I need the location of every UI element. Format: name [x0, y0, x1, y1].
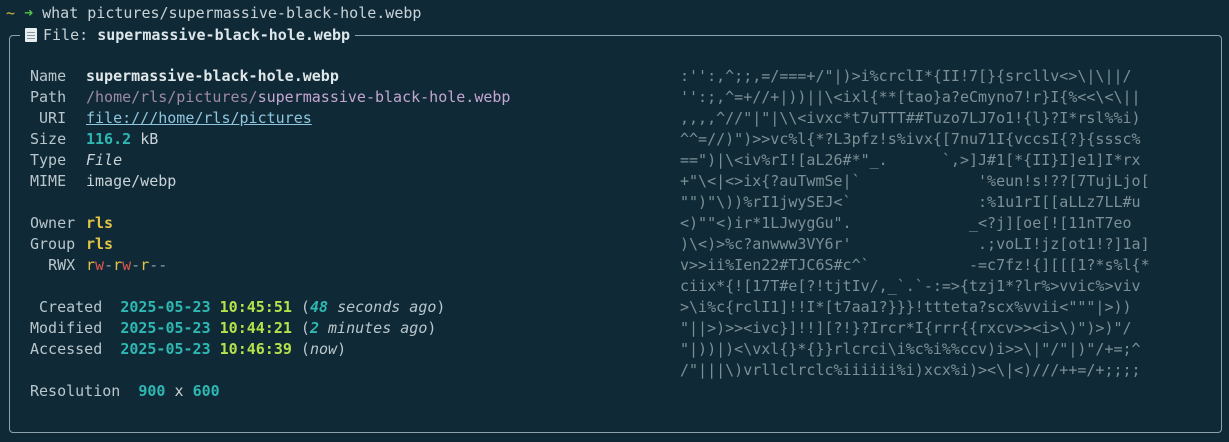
mime-value: image/webp	[86, 172, 177, 190]
modified-time: 10:44:21	[219, 319, 292, 337]
name-label: Name	[30, 67, 67, 85]
ascii-line: ^^=//)")>>vc%l{*?L3pfz!s%ivx{[7nu71I{vcc…	[680, 130, 1141, 148]
prompt-command: what pictures/supermassive-black-hole.we…	[42, 4, 422, 22]
ascii-line: )\<)>%c?anwww3VY6r' .;voLI!jz[ot1!?]1a]	[680, 235, 1150, 253]
accessed-label: Accessed	[30, 340, 103, 358]
uri-link[interactable]: file:///home/rls/pictures	[86, 109, 312, 127]
ascii-line: +"\<|<>ix{?auTwmSe|` '%eun!s!??[7TujLjo[	[680, 172, 1150, 190]
modified-date: 2025-05-23	[120, 319, 211, 337]
frame-title: File: supermassive-black-hole.webp	[20, 24, 356, 46]
info-row-accessed: Accessed 2025-05-23 10:46:39 (now)	[30, 340, 347, 358]
type-value: File	[86, 151, 123, 169]
info-row-uri: URI file:///home/rls/pictures	[30, 108, 312, 129]
info-row-mime: MIME image/webp	[30, 171, 176, 192]
prompt-arrow-icon: ➜	[24, 4, 34, 22]
path-dir: /home/rls/pictures/	[86, 88, 258, 106]
accessed-time: 10:46:39	[219, 340, 292, 358]
ascii-line: /"|||\)vrllclrclc%iiiiii%i)xcx%i)><\|<)/…	[680, 361, 1141, 379]
resolution-label: Resolution	[30, 382, 121, 400]
info-row-resolution: Resolution 900 x 600	[30, 381, 220, 402]
size-unit: kB	[140, 130, 159, 148]
info-row-size: Size 116.2 kB	[30, 129, 158, 150]
ascii-line: "")"\))%rI1jwySEJ<` :%1u1rI[[aLLz7LL#u	[680, 193, 1141, 211]
size-label: Size	[30, 130, 67, 148]
ascii-line: "|))|)<\vxl{}*{}}rlcrci\i%c%i%%ccv)i>>\|…	[680, 340, 1141, 358]
resolution-height: 600	[192, 382, 220, 400]
ascii-line: v>>ii%Ien22#TJC6S#c^` -=c7fz!{][[[1?*s%l…	[680, 256, 1150, 274]
ascii-line: ,,,,^//"|"|\\<ivxc*t7uTTT##Tuzo7LJ7o1!{l…	[680, 109, 1141, 127]
mime-label: MIME	[30, 172, 67, 190]
uri-label: URI	[39, 109, 67, 127]
modified-rel-num: 2	[309, 319, 319, 337]
modified-label: Modified	[30, 319, 103, 337]
group-label: Group	[30, 235, 76, 253]
owner-label: Owner	[30, 214, 76, 232]
created-date: 2025-05-23	[120, 298, 211, 316]
accessed-rel-text: now	[309, 340, 338, 358]
accessed-date: 2025-05-23	[120, 340, 211, 358]
created-label: Created	[39, 298, 103, 316]
frame-title-filename: supermassive-black-hole.webp	[97, 26, 351, 44]
resolution-x: x	[174, 382, 184, 400]
frame-title-prefix: File:	[43, 26, 89, 44]
file-icon	[25, 28, 37, 42]
ascii-line: ciix*{![17T#e[?!tjtIv/,_`.`-:=>{tzj1*?lr…	[680, 277, 1141, 295]
resolution-width: 900	[138, 382, 166, 400]
path-file: supermassive-black-hole.webp	[257, 88, 511, 106]
ascii-line: '':;,^=+//+|))||\<ixl{**[tao}a?eCmyno7!r…	[680, 88, 1141, 106]
name-value: supermassive-black-hole.webp	[86, 67, 339, 85]
created-rel-num: 48	[309, 298, 329, 316]
info-row-group: Group rls	[30, 234, 113, 255]
type-label: Type	[30, 151, 67, 169]
ascii-line: :'':,^;;,=/===+/"|)>i%crclI*{II!7[}{srcl…	[680, 67, 1132, 85]
rwx-label: RWX	[48, 256, 76, 274]
ascii-art-preview: :'':,^;;,=/===+/"|)>i%crclI*{II!7[}{srcl…	[680, 66, 1150, 381]
created-time: 10:45:51	[219, 298, 292, 316]
info-row-type: Type File	[30, 150, 122, 171]
info-row-created: Created 2025-05-23 10:45:51 (48 seconds …	[30, 297, 445, 318]
info-row-rwx: RWX rw-rw-r--	[30, 255, 167, 276]
rwx-permissions: rw-rw-r--	[86, 256, 168, 274]
path-label: Path	[30, 88, 67, 106]
size-number: 116.2	[86, 130, 132, 148]
ascii-line: <)""<)ir*1LJwygGu". _<?j][oe[![11nT7eo	[680, 214, 1132, 232]
created-rel-text: seconds ago	[337, 298, 437, 316]
modified-rel-text: minutes ago	[328, 319, 428, 337]
info-row-path: Path/home/rls/pictures/supermassive-blac…	[30, 87, 510, 108]
prompt-tilde: ~	[6, 4, 16, 22]
ascii-line: ==")|\<iv%rI![aL26#*"_. `,>]J#1[*{II}I]e…	[680, 151, 1141, 169]
ascii-line: "||>)>><ivc}]!!][?!}?Ircr*I{rrr{{rxcv>><…	[680, 319, 1132, 337]
shell-prompt: ~ ➜ what pictures/supermassive-black-hol…	[6, 3, 421, 23]
group-value: rls	[86, 235, 114, 253]
owner-value: rls	[86, 214, 114, 232]
ascii-line: >\i%c{rclI1]!!I*[t7aa1?}}}!ttteta?scx%vv…	[680, 298, 1132, 316]
info-row-modified: Modified 2025-05-23 10:44:21 (2 minutes …	[30, 319, 437, 337]
info-row-owner: Owner rls	[30, 213, 113, 234]
info-row-name: Name supermassive-black-hole.webp	[30, 66, 339, 87]
